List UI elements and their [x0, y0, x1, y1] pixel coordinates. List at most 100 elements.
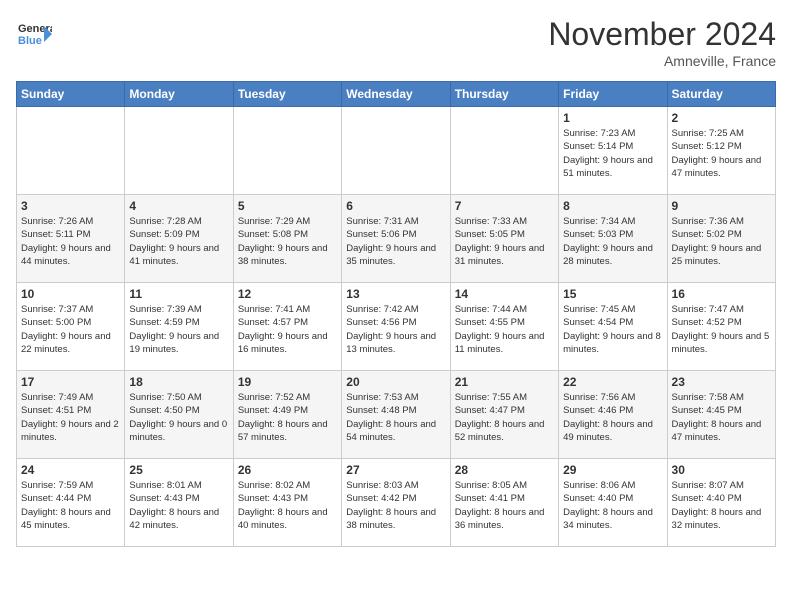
day-number: 8	[563, 199, 662, 213]
day-info: Sunrise: 7:31 AM Sunset: 5:06 PM Dayligh…	[346, 215, 445, 268]
day-info: Sunrise: 8:05 AM Sunset: 4:41 PM Dayligh…	[455, 479, 554, 532]
location: Amneville, France	[548, 53, 776, 69]
calendar-cell: 28 Sunrise: 8:05 AM Sunset: 4:41 PM Dayli…	[450, 459, 558, 547]
calendar-week-row: 17 Sunrise: 7:49 AM Sunset: 4:51 PM Dayli…	[17, 371, 776, 459]
calendar-week-row: 1Sunrise: 7:23 AM Sunset: 5:14 PM Daylig…	[17, 107, 776, 195]
day-number: 30	[672, 463, 771, 477]
calendar-cell: 15 Sunrise: 7:45 AM Sunset: 4:54 PM Dayli…	[559, 283, 667, 371]
calendar-cell: 25Sunrise: 8:01 AM Sunset: 4:43 PM Dayli…	[125, 459, 233, 547]
day-info: Sunrise: 8:06 AM Sunset: 4:40 PM Dayligh…	[563, 479, 662, 532]
day-number: 17	[21, 375, 120, 389]
day-info: Sunrise: 7:58 AM Sunset: 4:45 PM Dayligh…	[672, 391, 771, 444]
day-number: 16	[672, 287, 771, 301]
calendar-cell: 14 Sunrise: 7:44 AM Sunset: 4:55 PM Dayli…	[450, 283, 558, 371]
calendar-cell: 18Sunrise: 7:50 AM Sunset: 4:50 PM Dayli…	[125, 371, 233, 459]
day-info: Sunrise: 7:25 AM Sunset: 5:12 PM Dayligh…	[672, 127, 771, 180]
calendar-cell: 6 Sunrise: 7:31 AM Sunset: 5:06 PM Daylig…	[342, 195, 450, 283]
calendar-cell	[17, 107, 125, 195]
day-number: 19	[238, 375, 337, 389]
weekday-header-row: SundayMondayTuesdayWednesdayThursdayFrid…	[17, 82, 776, 107]
day-info: Sunrise: 7:28 AM Sunset: 5:09 PM Dayligh…	[129, 215, 228, 268]
calendar-cell: 2Sunrise: 7:25 AM Sunset: 5:12 PM Daylig…	[667, 107, 775, 195]
day-number: 26	[238, 463, 337, 477]
day-number: 20	[346, 375, 445, 389]
header: General Blue November 2024 Amneville, Fr…	[16, 16, 776, 69]
day-number: 15	[563, 287, 662, 301]
day-info: Sunrise: 7:50 AM Sunset: 4:50 PM Dayligh…	[129, 391, 228, 444]
calendar-cell: 4 Sunrise: 7:28 AM Sunset: 5:09 PM Daylig…	[125, 195, 233, 283]
calendar-cell: 3Sunrise: 7:26 AM Sunset: 5:11 PM Daylig…	[17, 195, 125, 283]
day-number: 28	[455, 463, 554, 477]
day-number: 24	[21, 463, 120, 477]
weekday-header: Tuesday	[233, 82, 341, 107]
calendar-cell: 27 Sunrise: 8:03 AM Sunset: 4:42 PM Dayli…	[342, 459, 450, 547]
calendar-cell: 13 Sunrise: 7:42 AM Sunset: 4:56 PM Dayli…	[342, 283, 450, 371]
day-info: Sunrise: 7:44 AM Sunset: 4:55 PM Dayligh…	[455, 303, 554, 356]
calendar-cell: 23 Sunrise: 7:58 AM Sunset: 4:45 PM Dayli…	[667, 371, 775, 459]
day-info: Sunrise: 8:02 AM Sunset: 4:43 PM Dayligh…	[238, 479, 337, 532]
month-title: November 2024	[548, 16, 776, 53]
page: General Blue November 2024 Amneville, Fr…	[0, 0, 792, 563]
weekday-header: Thursday	[450, 82, 558, 107]
day-number: 29	[563, 463, 662, 477]
svg-text:Blue: Blue	[18, 35, 42, 47]
day-number: 14	[455, 287, 554, 301]
weekday-header: Saturday	[667, 82, 775, 107]
day-info: Sunrise: 7:56 AM Sunset: 4:46 PM Dayligh…	[563, 391, 662, 444]
calendar-cell: 10 Sunrise: 7:37 AM Sunset: 5:00 PM Dayli…	[17, 283, 125, 371]
day-info: Sunrise: 7:34 AM Sunset: 5:03 PM Dayligh…	[563, 215, 662, 268]
day-info: Sunrise: 7:53 AM Sunset: 4:48 PM Dayligh…	[346, 391, 445, 444]
calendar-cell: 22 Sunrise: 7:56 AM Sunset: 4:46 PM Dayli…	[559, 371, 667, 459]
calendar-cell: 12 Sunrise: 7:41 AM Sunset: 4:57 PM Dayli…	[233, 283, 341, 371]
weekday-header: Sunday	[17, 82, 125, 107]
day-info: Sunrise: 7:49 AM Sunset: 4:51 PM Dayligh…	[21, 391, 120, 444]
calendar-cell: 11Sunrise: 7:39 AM Sunset: 4:59 PM Dayli…	[125, 283, 233, 371]
day-number: 13	[346, 287, 445, 301]
weekday-header: Wednesday	[342, 82, 450, 107]
calendar-cell: 24 Sunrise: 7:59 AM Sunset: 4:44 PM Dayli…	[17, 459, 125, 547]
calendar-week-row: 10 Sunrise: 7:37 AM Sunset: 5:00 PM Dayli…	[17, 283, 776, 371]
day-info: Sunrise: 7:45 AM Sunset: 4:54 PM Dayligh…	[563, 303, 662, 356]
day-number: 23	[672, 375, 771, 389]
day-number: 10	[21, 287, 120, 301]
day-number: 27	[346, 463, 445, 477]
calendar-cell: 21Sunrise: 7:55 AM Sunset: 4:47 PM Dayli…	[450, 371, 558, 459]
day-info: Sunrise: 7:41 AM Sunset: 4:57 PM Dayligh…	[238, 303, 337, 356]
weekday-header: Friday	[559, 82, 667, 107]
calendar-cell: 20 Sunrise: 7:53 AM Sunset: 4:48 PM Dayli…	[342, 371, 450, 459]
day-info: Sunrise: 7:37 AM Sunset: 5:00 PM Dayligh…	[21, 303, 120, 356]
logo: General Blue	[16, 16, 56, 57]
calendar-cell: 29 Sunrise: 8:06 AM Sunset: 4:40 PM Dayli…	[559, 459, 667, 547]
day-info: Sunrise: 8:03 AM Sunset: 4:42 PM Dayligh…	[346, 479, 445, 532]
weekday-header: Monday	[125, 82, 233, 107]
day-number: 6	[346, 199, 445, 213]
day-info: Sunrise: 7:55 AM Sunset: 4:47 PM Dayligh…	[455, 391, 554, 444]
day-info: Sunrise: 8:07 AM Sunset: 4:40 PM Dayligh…	[672, 479, 771, 532]
day-number: 1	[563, 111, 662, 125]
calendar-cell: 30 Sunrise: 8:07 AM Sunset: 4:40 PM Dayli…	[667, 459, 775, 547]
calendar-cell: 26 Sunrise: 8:02 AM Sunset: 4:43 PM Dayli…	[233, 459, 341, 547]
day-number: 22	[563, 375, 662, 389]
calendar-week-row: 24 Sunrise: 7:59 AM Sunset: 4:44 PM Dayli…	[17, 459, 776, 547]
calendar-cell: 1Sunrise: 7:23 AM Sunset: 5:14 PM Daylig…	[559, 107, 667, 195]
day-number: 12	[238, 287, 337, 301]
day-info: Sunrise: 7:29 AM Sunset: 5:08 PM Dayligh…	[238, 215, 337, 268]
calendar-cell	[233, 107, 341, 195]
calendar-cell: 7 Sunrise: 7:33 AM Sunset: 5:05 PM Daylig…	[450, 195, 558, 283]
day-number: 5	[238, 199, 337, 213]
day-number: 4	[129, 199, 228, 213]
calendar-cell	[450, 107, 558, 195]
day-number: 3	[21, 199, 120, 213]
day-info: Sunrise: 7:33 AM Sunset: 5:05 PM Dayligh…	[455, 215, 554, 268]
calendar-week-row: 3Sunrise: 7:26 AM Sunset: 5:11 PM Daylig…	[17, 195, 776, 283]
calendar-table: SundayMondayTuesdayWednesdayThursdayFrid…	[16, 81, 776, 547]
calendar-cell: 8 Sunrise: 7:34 AM Sunset: 5:03 PM Daylig…	[559, 195, 667, 283]
calendar-cell: 17 Sunrise: 7:49 AM Sunset: 4:51 PM Dayli…	[17, 371, 125, 459]
day-info: Sunrise: 7:59 AM Sunset: 4:44 PM Dayligh…	[21, 479, 120, 532]
day-number: 7	[455, 199, 554, 213]
calendar-cell: 16Sunrise: 7:47 AM Sunset: 4:52 PM Dayli…	[667, 283, 775, 371]
day-info: Sunrise: 7:42 AM Sunset: 4:56 PM Dayligh…	[346, 303, 445, 356]
calendar-cell: 9Sunrise: 7:36 AM Sunset: 5:02 PM Daylig…	[667, 195, 775, 283]
calendar-cell: 19 Sunrise: 7:52 AM Sunset: 4:49 PM Dayli…	[233, 371, 341, 459]
day-info: Sunrise: 7:52 AM Sunset: 4:49 PM Dayligh…	[238, 391, 337, 444]
